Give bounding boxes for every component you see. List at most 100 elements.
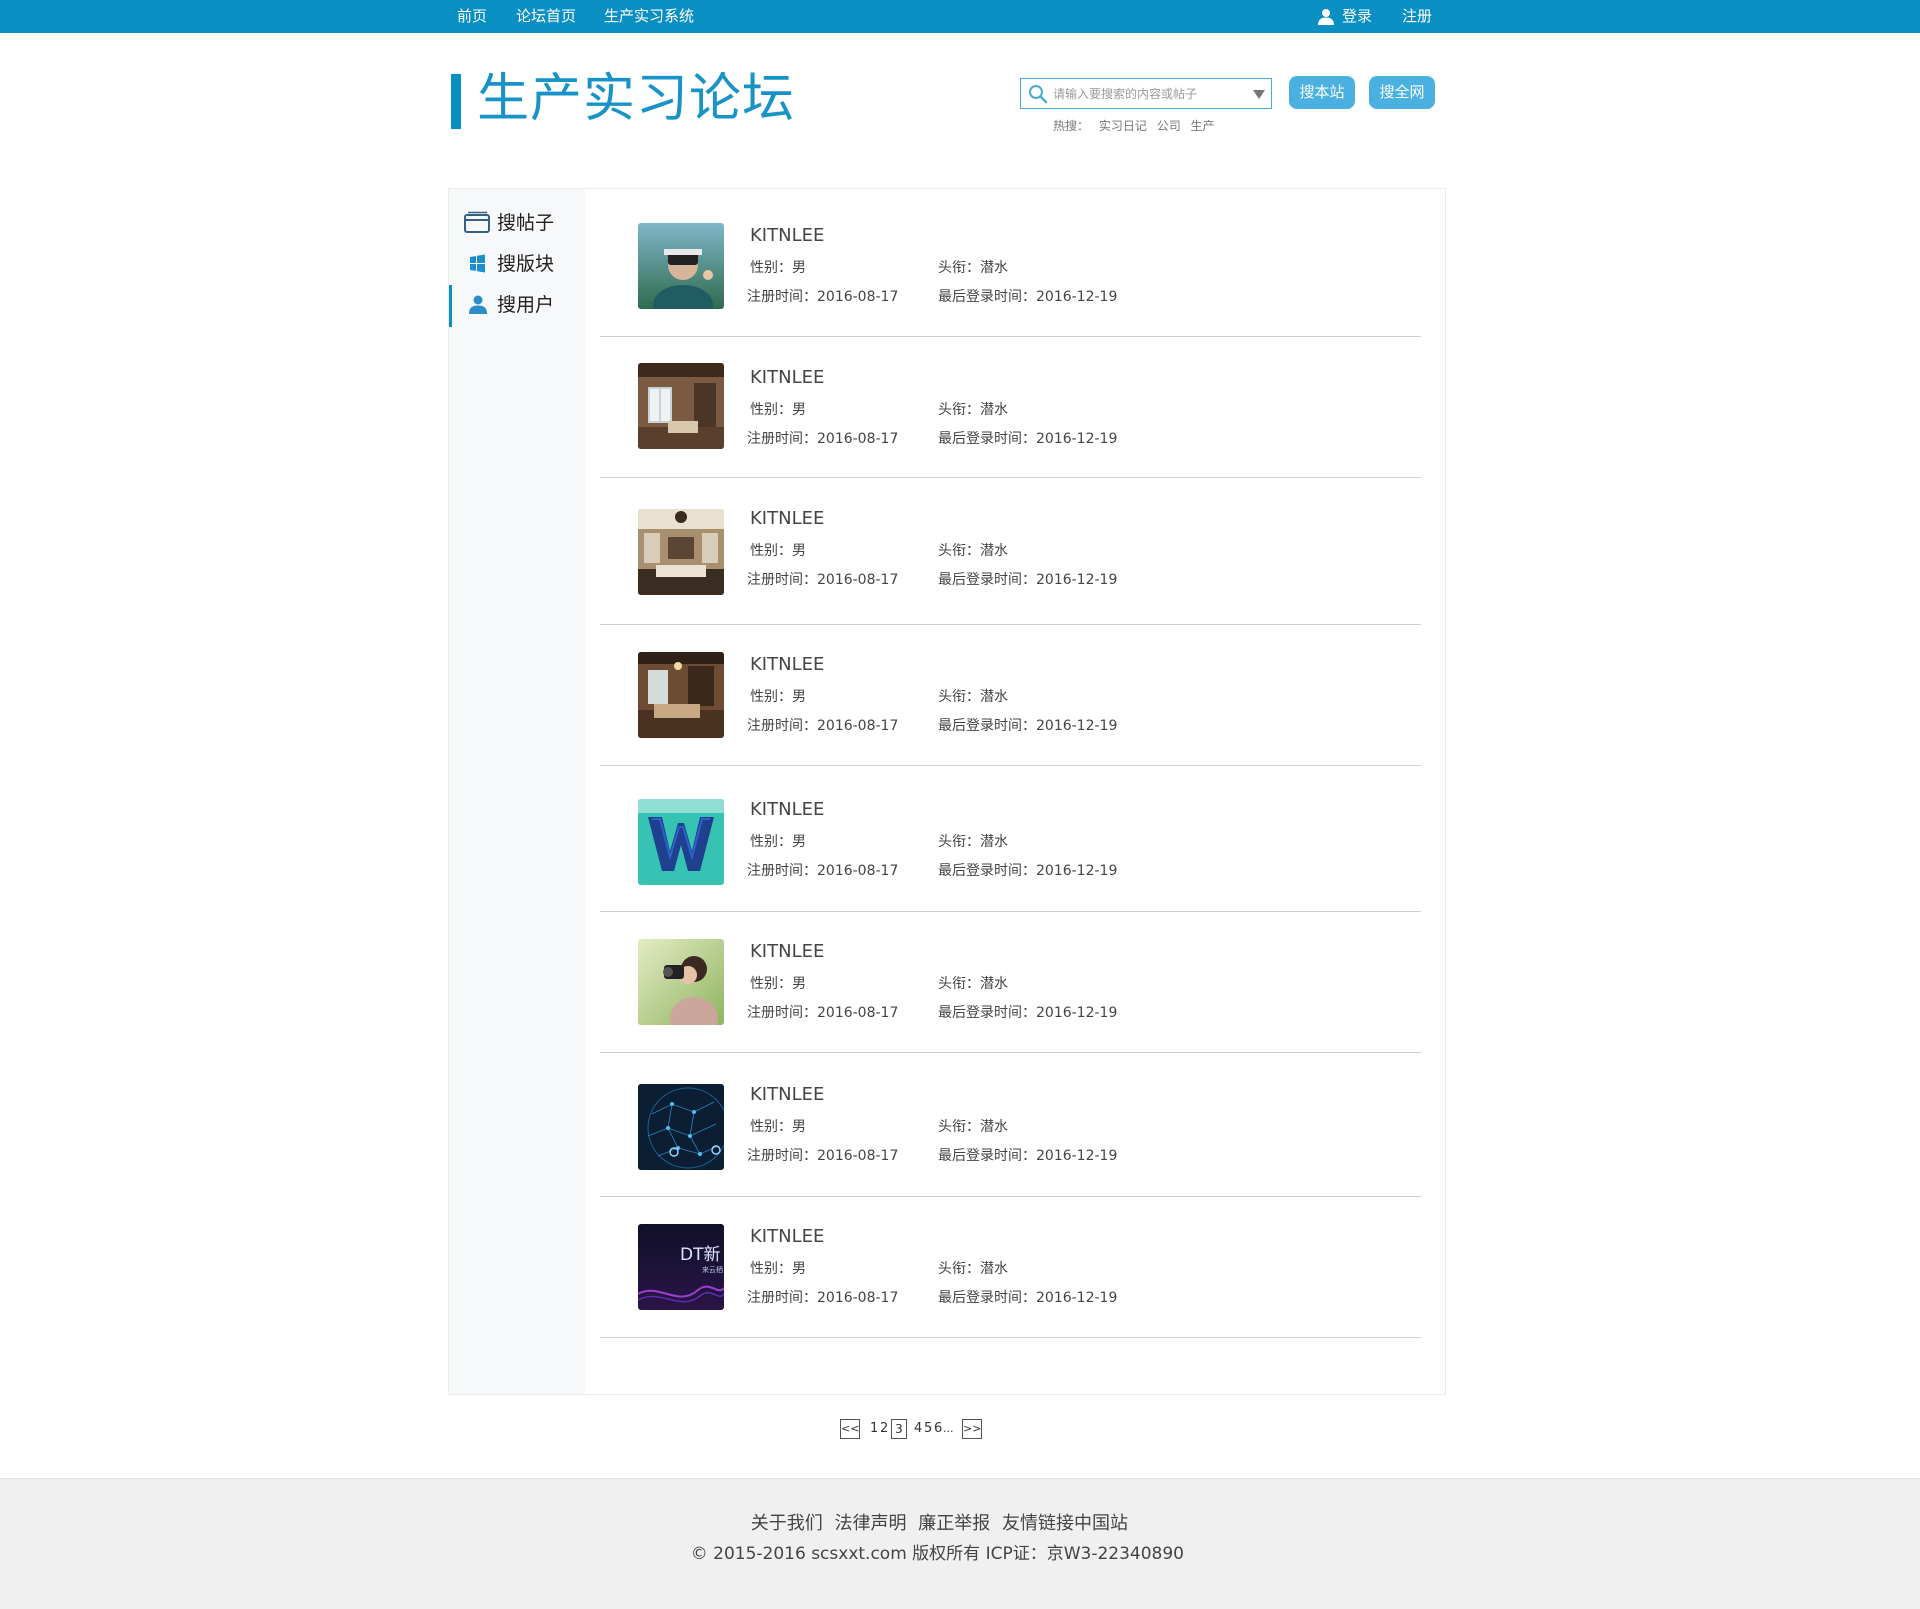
avatar[interactable] bbox=[638, 509, 724, 595]
user-last-login: 最后登录时间：2016-12-19 bbox=[938, 289, 1118, 305]
user-last-login: 最后登录时间：2016-12-19 bbox=[938, 1290, 1118, 1306]
user-name[interactable]: KITNLEE bbox=[750, 1084, 824, 1105]
user-title: 头衔：潜水 bbox=[938, 834, 1008, 850]
top-nav-bar: 前页 论坛首页 生产实习系统 登录 注册 bbox=[0, 0, 1920, 33]
avatar[interactable] bbox=[638, 363, 724, 449]
register-link[interactable]: 注册 bbox=[1402, 0, 1432, 33]
user-gender: 性别：男 bbox=[750, 1261, 806, 1277]
brand-accent-bar bbox=[451, 74, 461, 129]
hot-search-label: 热搜： bbox=[1053, 119, 1090, 133]
avatar-banner-text: DT新 bbox=[680, 1245, 720, 1265]
user-name[interactable]: KITNLEE bbox=[750, 1226, 824, 1247]
sidebar-item-users[interactable]: 搜用户 bbox=[449, 285, 585, 327]
user-last-login: 最后登录时间：2016-12-19 bbox=[938, 1005, 1118, 1021]
windows-icon bbox=[470, 254, 485, 273]
footer-link-report[interactable]: 廉正举报 bbox=[918, 1513, 990, 1534]
avatar[interactable] bbox=[638, 652, 724, 738]
search-type-sidebar: 搜帖子 搜版块 搜用户 bbox=[449, 189, 585, 1394]
user-last-login: 最后登录时间：2016-12-19 bbox=[938, 1148, 1118, 1164]
hot-search: 热搜： 实习日记 公司 生产 bbox=[1053, 117, 1221, 134]
footer-link-friends[interactable]: 友情链接中国站 bbox=[1002, 1513, 1128, 1534]
avatar[interactable]: DT新 来云栖 bbox=[638, 1224, 724, 1310]
avatar[interactable] bbox=[638, 1084, 724, 1170]
user-gender: 性别：男 bbox=[750, 543, 806, 559]
nav-system-link[interactable]: 生产实习系统 bbox=[604, 0, 694, 33]
user-last-login: 最后登录时间：2016-12-19 bbox=[938, 572, 1118, 588]
list-item[interactable]: DT新 来云栖 KITNLEE 性别：男 头衔：潜水 注册时间：2016-08-… bbox=[600, 1197, 1421, 1338]
page-ellipsis: ... bbox=[943, 1422, 954, 1435]
hot-tag[interactable]: 生产 bbox=[1191, 119, 1215, 133]
user-title: 头衔：潜水 bbox=[938, 1119, 1008, 1135]
user-title: 头衔：潜水 bbox=[938, 976, 1008, 992]
avatar-banner-subtext: 来云栖 bbox=[702, 1265, 723, 1274]
nav-forum-home-link[interactable]: 论坛首页 bbox=[516, 0, 576, 33]
user-gender: 性别：男 bbox=[750, 402, 806, 418]
user-name[interactable]: KITNLEE bbox=[750, 367, 824, 388]
footer-links: 关于我们 法律声明 廉正举报 友情链接中国站 bbox=[0, 1509, 1408, 1535]
user-title: 头衔：潜水 bbox=[938, 402, 1008, 418]
user-last-login: 最后登录时间：2016-12-19 bbox=[938, 718, 1118, 734]
page-title: 生产实习论坛 bbox=[477, 69, 796, 129]
user-title: 头衔：潜水 bbox=[938, 689, 1008, 705]
footer-link-about[interactable]: 关于我们 bbox=[751, 1513, 823, 1534]
login-link[interactable]: 登录 bbox=[1342, 0, 1372, 33]
page-link[interactable]: 1 bbox=[870, 1420, 878, 1438]
search-box[interactable] bbox=[1020, 78, 1272, 109]
user-title: 头衔：潜水 bbox=[938, 260, 1008, 276]
user-reg-date: 注册时间：2016-08-17 bbox=[747, 289, 899, 305]
user-title: 头衔：潜水 bbox=[938, 1261, 1008, 1277]
page-link[interactable]: 6 bbox=[934, 1420, 942, 1438]
footer: 关于我们 法律声明 廉正举报 友情链接中国站 © 2015-2016 scsxx… bbox=[0, 1478, 1920, 1609]
list-item[interactable]: KITNLEE 性别：男 头衔：潜水 注册时间：2016-08-17 最后登录时… bbox=[600, 912, 1421, 1053]
user-reg-date: 注册时间：2016-08-17 bbox=[747, 1290, 899, 1306]
user-name[interactable]: KITNLEE bbox=[750, 225, 824, 246]
list-item[interactable]: KITNLEE 性别：男 头衔：潜水 注册时间：2016-08-17 最后登录时… bbox=[600, 337, 1421, 478]
hot-tag[interactable]: 实习日记 bbox=[1099, 119, 1147, 133]
sidebar-item-label: 搜版块 bbox=[497, 253, 555, 275]
user-reg-date: 注册时间：2016-08-17 bbox=[747, 718, 899, 734]
avatar[interactable] bbox=[638, 939, 724, 1025]
user-name[interactable]: KITNLEE bbox=[750, 941, 824, 962]
page-link[interactable]: 5 bbox=[924, 1420, 932, 1438]
user-gender: 性别：男 bbox=[750, 689, 806, 705]
user-gender: 性别：男 bbox=[750, 834, 806, 850]
search-input[interactable] bbox=[1053, 83, 1243, 105]
search-icon bbox=[1029, 85, 1048, 104]
avatar[interactable] bbox=[638, 223, 724, 309]
user-gender: 性别：男 bbox=[750, 976, 806, 992]
user-gender: 性别：男 bbox=[750, 1119, 806, 1135]
avatar[interactable] bbox=[638, 799, 724, 885]
list-item[interactable]: KITNLEE 性别：男 头衔：潜水 注册时间：2016-08-17 最后登录时… bbox=[600, 189, 1421, 337]
user-icon bbox=[469, 295, 487, 314]
list-item[interactable]: KITNLEE 性别：男 头衔：潜水 注册时间：2016-08-17 最后登录时… bbox=[600, 625, 1421, 766]
prev-page-button[interactable]: << bbox=[840, 1419, 860, 1439]
user-name[interactable]: KITNLEE bbox=[750, 508, 824, 529]
nav-home-link[interactable]: 前页 bbox=[457, 0, 487, 33]
user-last-login: 最后登录时间：2016-12-19 bbox=[938, 431, 1118, 447]
results-panel: 搜帖子 搜版块 搜用户 KITNLEE 性别：男 头衔：潜水 注册时间：2016… bbox=[448, 188, 1446, 1395]
page-link[interactable]: 2 bbox=[880, 1420, 888, 1438]
card-icon bbox=[464, 211, 490, 233]
user-name[interactable]: KITNLEE bbox=[750, 799, 824, 820]
list-item[interactable]: KITNLEE 性别：男 头衔：潜水 注册时间：2016-08-17 最后登录时… bbox=[600, 478, 1421, 625]
sidebar-item-label: 搜帖子 bbox=[497, 212, 555, 234]
list-item[interactable]: KITNLEE 性别：男 头衔：潜水 注册时间：2016-08-17 最后登录时… bbox=[600, 766, 1421, 912]
sidebar-item-posts[interactable]: 搜帖子 bbox=[449, 203, 585, 243]
footer-link-legal[interactable]: 法律声明 bbox=[835, 1513, 907, 1534]
sidebar-item-label: 搜用户 bbox=[497, 294, 555, 316]
user-name[interactable]: KITNLEE bbox=[750, 654, 824, 675]
user-reg-date: 注册时间：2016-08-17 bbox=[747, 431, 899, 447]
user-title: 头衔：潜水 bbox=[938, 543, 1008, 559]
user-icon bbox=[1318, 9, 1334, 25]
copyright: © 2015-2016 scsxxt.com 版权所有 ICP证：京W3-223… bbox=[690, 1544, 1184, 1564]
sidebar-item-boards[interactable]: 搜版块 bbox=[449, 244, 585, 284]
next-page-button[interactable]: >> bbox=[962, 1419, 982, 1439]
page-link[interactable]: 4 bbox=[914, 1420, 922, 1438]
current-page: 3 bbox=[891, 1419, 907, 1439]
hot-tag[interactable]: 公司 bbox=[1157, 119, 1181, 133]
chevron-down-icon[interactable] bbox=[1253, 90, 1265, 99]
search-site-button[interactable]: 搜本站 bbox=[1289, 76, 1355, 109]
search-web-button[interactable]: 搜全网 bbox=[1369, 76, 1435, 109]
list-item[interactable]: KITNLEE 性别：男 头衔：潜水 注册时间：2016-08-17 最后登录时… bbox=[600, 1053, 1421, 1197]
user-reg-date: 注册时间：2016-08-17 bbox=[747, 572, 899, 588]
